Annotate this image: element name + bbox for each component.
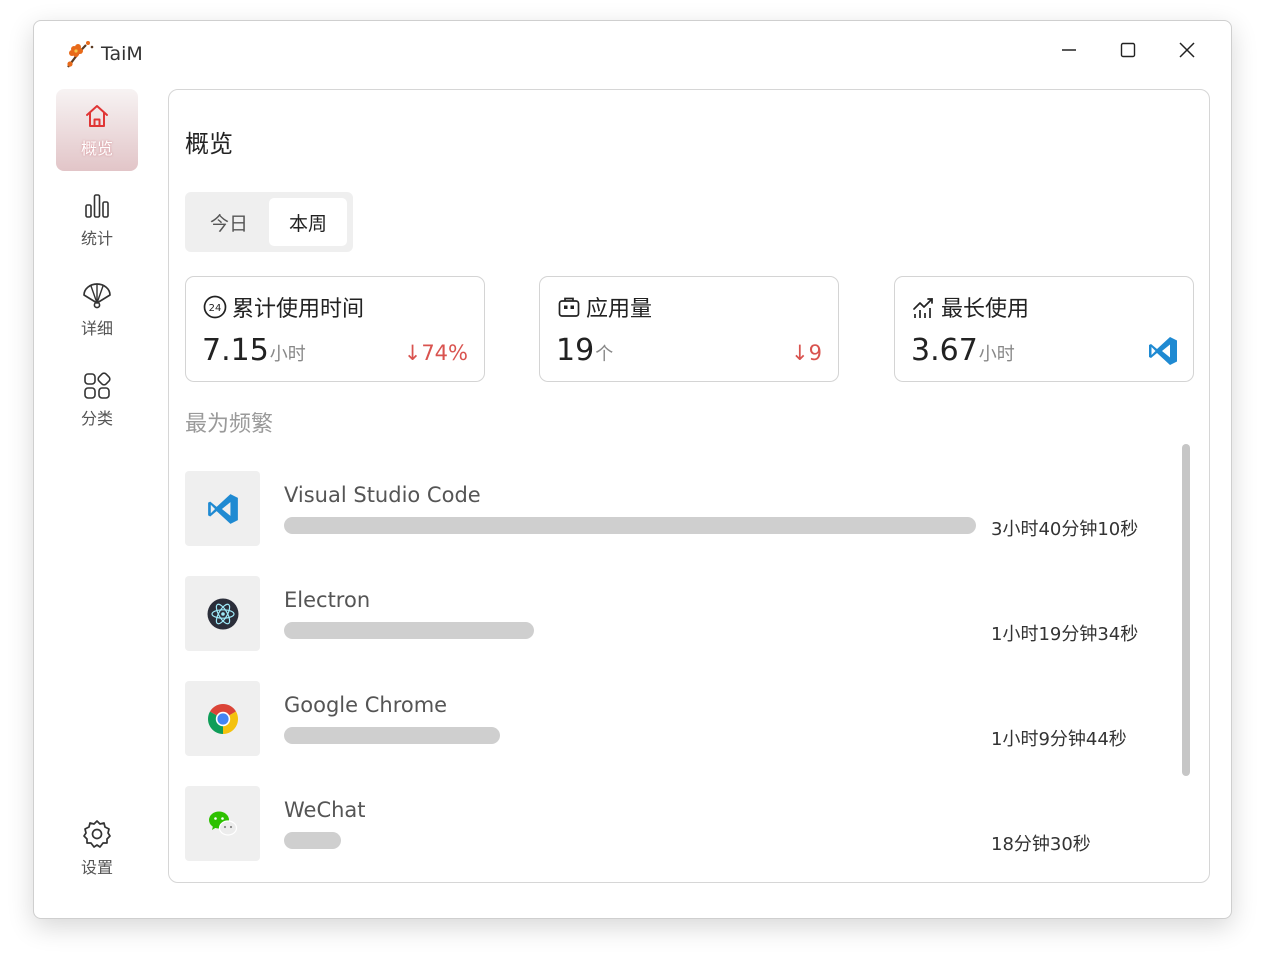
list-item[interactable]: Google Chrome 1小时9分钟44秒: [185, 681, 1165, 757]
trend-icon: [913, 298, 933, 318]
section-title-frequent: 最为频繁: [185, 412, 274, 437]
category-icon: [84, 372, 111, 399]
app-box-icon: [558, 297, 580, 317]
app-window: TaiM 概览 统计 详细 分类 设置 概览 今日 本周 24 累计使用时间 7…: [33, 20, 1232, 919]
app-count-card: 应用量 19个 ↓9: [539, 276, 839, 382]
nav-item-details[interactable]: 详细: [56, 269, 138, 351]
card-title: 最长使用: [941, 297, 1030, 322]
usage-bar: [284, 727, 500, 744]
card-delta: ↓74%: [403, 341, 468, 365]
card-value-number: 3.67: [911, 333, 978, 368]
app-usage-time: 3小时40分钟10秒: [991, 519, 1139, 540]
card-value-number: 19: [556, 333, 595, 368]
tab-today[interactable]: 今日: [191, 198, 267, 246]
maximize-button[interactable]: [1111, 35, 1145, 65]
usage-bar-track: [284, 517, 976, 534]
page-title: 概览: [185, 130, 233, 158]
list-item[interactable]: Electron 1小时19分钟34秒: [185, 576, 1165, 652]
close-button[interactable]: [1170, 35, 1204, 65]
nav-item-overview[interactable]: 概览: [56, 89, 138, 171]
nav-item-category[interactable]: 分类: [56, 359, 138, 441]
nav-item-settings[interactable]: 设置: [56, 807, 138, 889]
main-panel: 概览 今日 本周 24 累计使用时间 7.15小时 ↓74% 应用量 19个 ↓…: [168, 89, 1210, 883]
app-name: WeChat: [284, 798, 366, 822]
app-icon-box: [185, 471, 260, 546]
fan-icon: [83, 283, 111, 309]
app-name: Google Chrome: [284, 693, 448, 717]
usage-bar-track: [284, 727, 976, 744]
card-title: 应用量: [586, 297, 653, 322]
app-usage-time: 18分钟30秒: [991, 834, 1091, 855]
wechat-icon: [208, 811, 237, 836]
home-icon: [86, 105, 108, 127]
card-value-number: 7.15: [202, 333, 269, 368]
usage-bar-track: [284, 622, 976, 639]
card-title: 累计使用时间: [232, 297, 365, 322]
clock-24-icon: 24: [203, 295, 227, 319]
nav-label: 详细: [80, 319, 113, 338]
nav-label: 统计: [80, 229, 113, 248]
total-usage-card: 24 累计使用时间 7.15小时 ↓74%: [185, 276, 485, 382]
app-icon-box: [185, 786, 260, 861]
app-usage-time: 1小时19分钟34秒: [991, 624, 1139, 645]
period-switch: 今日 本周: [185, 192, 353, 252]
chrome-icon: [207, 703, 238, 734]
card-value-unit: 小时: [269, 344, 306, 365]
minimize-button[interactable]: [1052, 35, 1086, 65]
usage-bar: [284, 832, 341, 849]
tab-this-week[interactable]: 本周: [269, 198, 347, 246]
gear-icon: [83, 820, 111, 848]
close-icon: [1179, 42, 1195, 58]
card-delta: ↓9: [791, 341, 822, 365]
longest-app-icon: [1147, 335, 1179, 371]
card-value: 19个: [556, 333, 613, 368]
list-item[interactable]: WeChat 18分钟30秒: [185, 786, 1165, 862]
nav-label: 分类: [80, 409, 113, 428]
nav-item-statistics[interactable]: 统计: [56, 179, 138, 261]
plum-blossom-icon: [67, 41, 94, 68]
app-name: Visual Studio Code: [284, 483, 481, 507]
bar-chart-icon: [85, 194, 109, 218]
usage-bar-track: [284, 832, 976, 849]
vscode-icon: [207, 493, 238, 524]
usage-bar: [284, 517, 976, 534]
vscode-icon: [1149, 337, 1177, 365]
card-value: 3.67小时: [911, 333, 1015, 368]
longest-usage-card: 最长使用 3.67小时: [894, 276, 1194, 382]
app-logo: TaiM: [64, 37, 143, 71]
app-name: Electron: [284, 588, 371, 612]
electron-icon: [207, 598, 238, 629]
app-icon-box: [185, 576, 260, 651]
card-value: 7.15小时: [202, 333, 306, 368]
list-item[interactable]: Visual Studio Code 3小时40分钟10秒: [185, 471, 1165, 547]
list-scrollbar[interactable]: [1182, 444, 1190, 776]
usage-bar: [284, 622, 534, 639]
app-icon-box: [185, 681, 260, 756]
card-value-unit: 小时: [978, 344, 1015, 365]
maximize-icon: [1120, 42, 1136, 58]
nav-label: 设置: [80, 858, 113, 877]
nav-label: 概览: [80, 139, 113, 158]
svg-text:24: 24: [209, 303, 222, 314]
app-name: TaiM: [101, 43, 143, 65]
app-usage-time: 1小时9分钟44秒: [991, 729, 1127, 750]
minimize-icon: [1062, 49, 1076, 51]
card-value-unit: 个: [595, 344, 614, 365]
